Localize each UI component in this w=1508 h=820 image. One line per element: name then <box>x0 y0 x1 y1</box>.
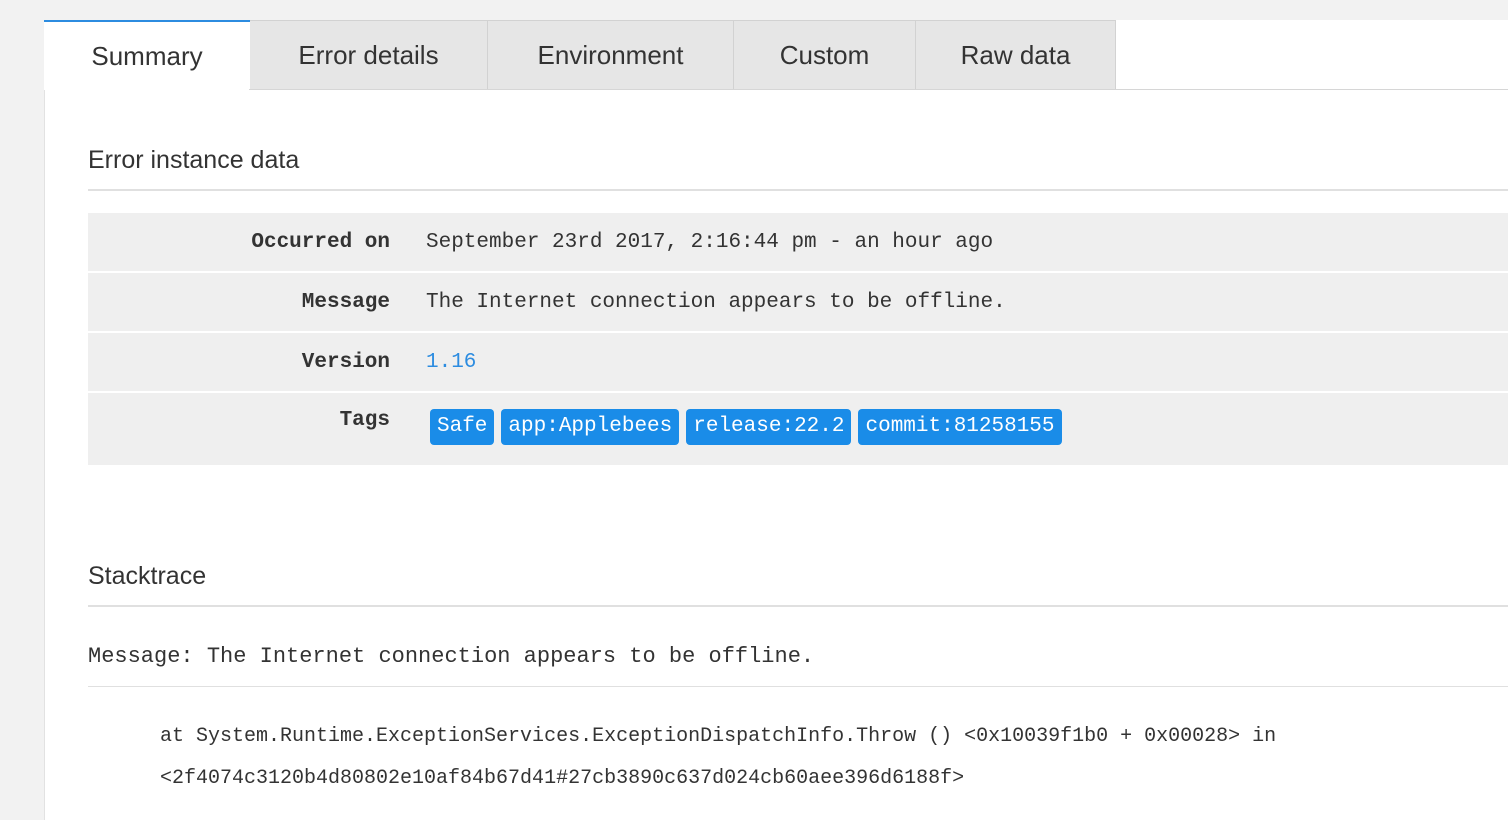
tag-release[interactable]: release:22.2 <box>686 409 852 445</box>
tag-safe[interactable]: Safe <box>430 409 495 445</box>
occurred-value: September 23rd 2017, 2:16:44 pm - an hou… <box>426 230 994 254</box>
occurred-label: Occurred on <box>251 230 390 254</box>
tags-label: Tags <box>339 409 390 432</box>
tag-app[interactable]: app:Applebees <box>501 409 680 445</box>
tab-bar: Summary Error details Environment Custom… <box>44 20 1116 90</box>
tag-commit[interactable]: commit:81258155 <box>858 409 1062 445</box>
tab-bar-divider <box>249 89 1508 90</box>
version-row: Version 1.16 <box>88 333 1508 393</box>
tab-summary[interactable]: Summary <box>44 20 250 90</box>
instance-data-table: Occurred on September 23rd 2017, 2:16:44… <box>88 213 1508 465</box>
tag-list: Safe app:Applebees release:22.2 commit:8… <box>430 409 1062 445</box>
stacktrace-lines: at System.Runtime.ExceptionServices.Exce… <box>160 716 1276 800</box>
tags-row: Tags Safe app:Applebees release:22.2 com… <box>88 393 1508 465</box>
message-row: Message The Internet connection appears … <box>88 273 1508 333</box>
stacktrace-divider <box>88 686 1508 687</box>
version-label: Version <box>301 350 390 374</box>
version-link[interactable]: 1.16 <box>426 351 476 374</box>
stacktrace-heading: Stacktrace <box>88 562 207 590</box>
message-value: The Internet connection appears to be of… <box>426 290 1006 314</box>
stacktrace-line: <2f4074c3120b4d80802e10af84b67d41#27cb38… <box>160 767 965 790</box>
occurred-row: Occurred on September 23rd 2017, 2:16:44… <box>88 213 1508 273</box>
section-divider <box>88 605 1508 607</box>
error-instance-heading: Error instance data <box>88 146 300 174</box>
stacktrace-message: Message: The Internet connection appears… <box>88 644 815 669</box>
section-divider <box>88 189 1508 191</box>
tab-raw-data[interactable]: Raw data <box>916 20 1116 90</box>
tab-custom[interactable]: Custom <box>734 20 916 90</box>
stacktrace-line: at System.Runtime.ExceptionServices.Exce… <box>160 725 1277 748</box>
message-label: Message <box>301 290 390 314</box>
tab-environment[interactable]: Environment <box>488 20 734 90</box>
tab-error-details[interactable]: Error details <box>250 20 488 90</box>
